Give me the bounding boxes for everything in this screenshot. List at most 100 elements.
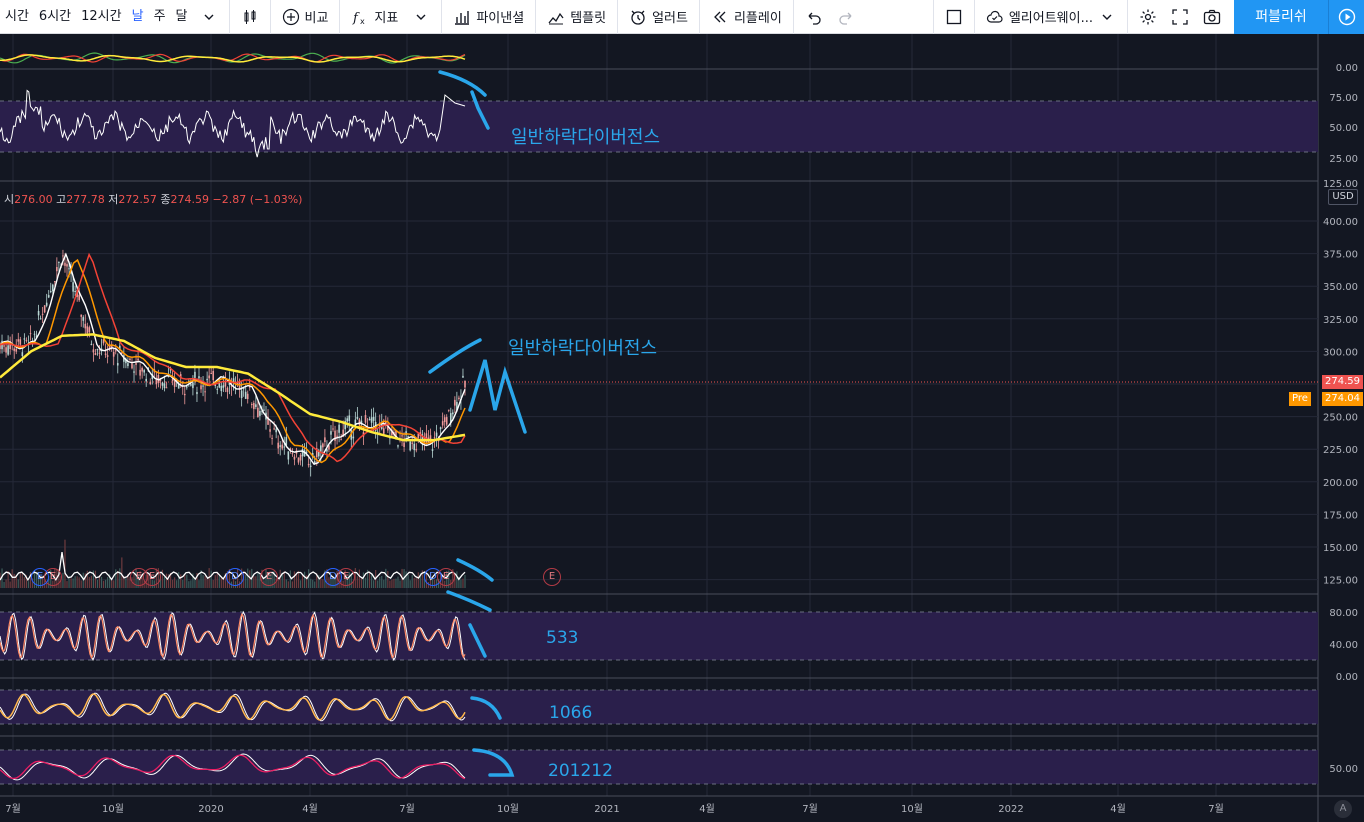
candle-body	[37, 310, 40, 316]
time-axis-label: 10월	[901, 803, 923, 815]
ohlc-legend: 시276.00 고277.78 저272.57 종274.59 −2.87 (−…	[4, 193, 303, 206]
layout-button[interactable]: 엘리어트웨이...	[979, 0, 1123, 34]
time-axis-label: 7월	[399, 803, 415, 815]
candle-body	[165, 387, 168, 389]
candle-body	[202, 385, 204, 387]
candle-body	[224, 381, 227, 387]
templates-icon	[548, 12, 564, 24]
candle-body	[33, 333, 36, 335]
pre-market-price-tag: 274.04	[1322, 392, 1363, 406]
candle-body	[271, 437, 273, 439]
templates-button[interactable]: 템플릿	[540, 0, 613, 34]
financials-button[interactable]: 파이낸셜	[446, 0, 531, 34]
interval-hour[interactable]: 시간	[0, 0, 34, 34]
interval-12h[interactable]: 12시간	[76, 0, 126, 34]
candle-body	[403, 442, 405, 447]
interval-dropdown[interactable]	[193, 0, 225, 34]
candle-body	[431, 449, 434, 451]
candles-icon	[244, 9, 255, 24]
candle-body	[78, 294, 80, 301]
earnings-marker[interactable]: E	[337, 568, 355, 586]
candle-body	[279, 445, 282, 447]
candle-body	[462, 375, 464, 378]
candle-body	[159, 380, 162, 382]
candle-body	[3, 345, 5, 347]
currency-button[interactable]: USD	[1328, 189, 1358, 205]
chevron-down-icon	[1102, 14, 1112, 20]
earnings-marker[interactable]: E	[543, 568, 561, 586]
candle-body	[39, 318, 42, 320]
time-axis-label: 4월	[1110, 803, 1126, 815]
replay-button[interactable]: 리플레이	[704, 0, 789, 34]
fullscreen-square-button[interactable]	[938, 0, 970, 34]
candle-body	[149, 381, 152, 385]
publish-menu-button[interactable]	[1328, 0, 1364, 34]
candle-body	[84, 323, 87, 329]
price-axis-label: 350.00	[1323, 282, 1358, 293]
auto-scale-button[interactable]: A	[1334, 800, 1352, 818]
alerts-button[interactable]: 얼러트	[622, 0, 695, 34]
price-axis-label: 225.00	[1323, 445, 1358, 456]
indicators-dropdown[interactable]	[405, 0, 437, 34]
play-circle-icon	[1338, 8, 1355, 26]
time-axis-label: 10월	[102, 803, 124, 815]
candle-body	[127, 363, 129, 367]
candle-body	[190, 384, 192, 386]
candle-body	[43, 305, 46, 313]
candle-body	[200, 385, 202, 390]
interval-week[interactable]: 주	[149, 0, 171, 34]
candle-body	[173, 380, 176, 387]
earnings-marker[interactable]: E	[437, 568, 455, 586]
compare-button[interactable]: 비교	[275, 0, 336, 34]
chart-canvas[interactable]: 400.00375.00350.00325.00300.00275.00250.…	[0, 34, 1364, 822]
publish-button[interactable]: 퍼블리쉬	[1234, 0, 1328, 34]
candle-body	[186, 386, 188, 388]
price-axis-label: 200.00	[1323, 478, 1358, 489]
candle-body	[370, 417, 373, 423]
earnings-marker[interactable]: E	[130, 568, 148, 586]
dividend-marker[interactable]: E	[31, 568, 49, 586]
settings-button[interactable]	[1132, 0, 1164, 34]
time-axis-label: 7월	[1208, 803, 1224, 815]
candle-body	[452, 412, 454, 415]
candle-body	[13, 348, 16, 351]
dividend-marker[interactable]: D	[226, 568, 244, 586]
undo-button[interactable]	[798, 0, 830, 34]
interval-month[interactable]: 달	[171, 0, 193, 34]
candle-body	[332, 428, 334, 430]
candle-body	[301, 448, 304, 457]
candle-body	[222, 385, 225, 388]
bar-chart-icon	[455, 10, 470, 25]
candle-body	[98, 352, 101, 354]
candle-body	[96, 348, 99, 351]
candle-body	[41, 313, 44, 315]
candle-body	[74, 291, 76, 293]
candle-body	[246, 393, 249, 400]
price-axis-label: 325.00	[1323, 315, 1358, 326]
candle-body	[320, 445, 322, 452]
stoch3-band	[0, 750, 1318, 784]
candle-body	[15, 348, 18, 352]
candle-body	[348, 415, 351, 421]
candle-body	[137, 358, 139, 361]
candle-body	[281, 444, 284, 449]
interval-6h[interactable]: 6시간	[34, 0, 76, 34]
price-axis-label: 375.00	[1323, 250, 1358, 261]
candle-body	[417, 433, 420, 439]
redo-button[interactable]	[830, 0, 862, 34]
candle-body	[352, 436, 355, 439]
candle-body	[131, 363, 133, 369]
fullscreen-button[interactable]	[1164, 0, 1196, 34]
candle-body	[86, 326, 89, 334]
time-axis-label: 4월	[699, 803, 715, 815]
snapshot-button[interactable]	[1196, 0, 1228, 34]
interval-day[interactable]: 날	[127, 0, 149, 34]
candle-body	[358, 419, 361, 425]
price-axis-label: 125.00	[1323, 576, 1358, 587]
indicators-button[interactable]: f x 지표	[344, 0, 405, 34]
candle-body	[68, 268, 70, 270]
earnings-marker[interactable]: E	[260, 568, 278, 586]
candle-body	[94, 353, 97, 355]
chart-type-button[interactable]	[234, 0, 266, 34]
candle-body	[64, 262, 66, 266]
